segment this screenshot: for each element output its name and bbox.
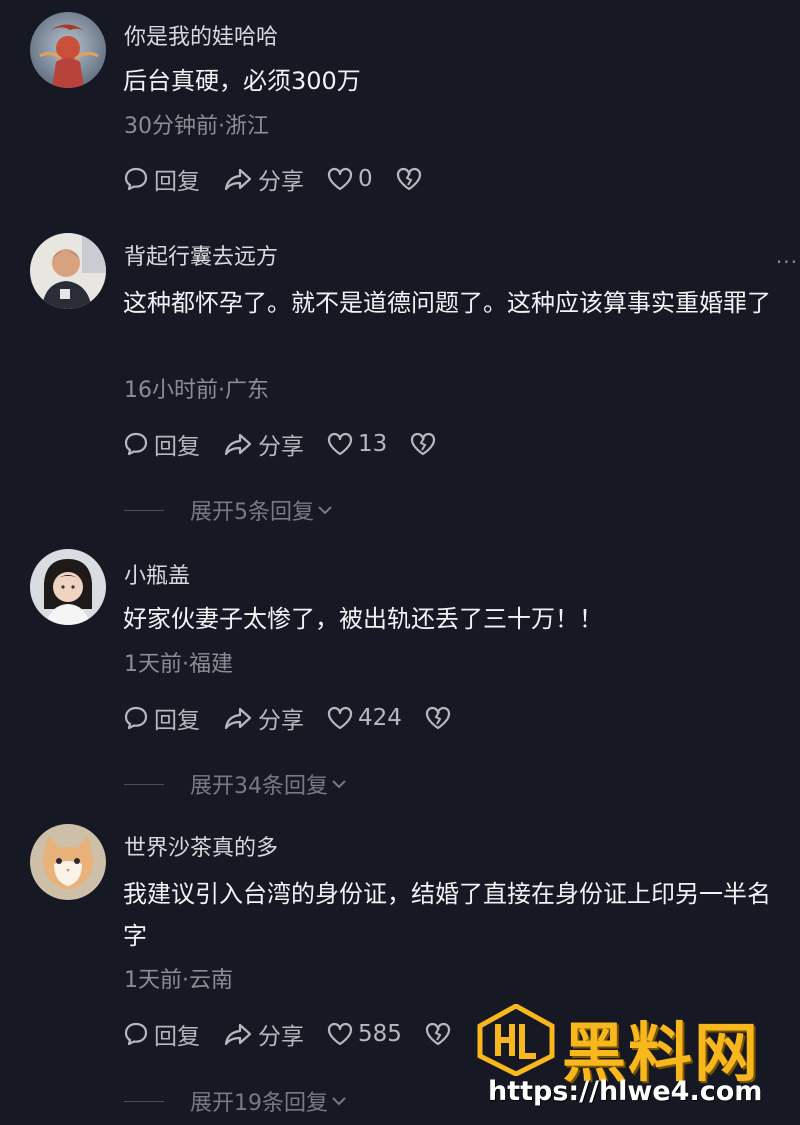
watermark: 黑料网 https://hlwe4.com	[470, 1000, 800, 1125]
heart-icon	[327, 1022, 353, 1046]
broken-heart-icon	[425, 706, 451, 730]
dislike-button[interactable]	[395, 165, 427, 193]
chevron-down-icon	[332, 780, 346, 789]
watermark-logo-icon	[477, 1004, 555, 1076]
comment-text: 我建议引入台湾的身份证，结婚了直接在身份证上印另一半名字	[123, 880, 771, 950]
share-label: 分享	[258, 434, 304, 460]
expand-replies-button[interactable]: 展开34条回复	[124, 768, 348, 800]
comment-text: 好家伙妻子太惨了，被出轨还丢了三十万！！	[123, 605, 603, 633]
heart-icon	[327, 432, 353, 456]
reply-label: 回复	[154, 708, 200, 734]
dislike-button[interactable]	[409, 430, 441, 458]
comment-time-location: 30分钟前·浙江	[124, 114, 269, 139]
like-count: 585	[358, 1021, 402, 1047]
avatar[interactable]	[30, 233, 106, 309]
comment-actions: 回复 分享 424	[122, 702, 478, 734]
reply-label: 回复	[154, 1024, 200, 1050]
broken-heart-icon	[425, 1022, 451, 1046]
share-button[interactable]: 分享	[222, 701, 304, 735]
comment-bubble-icon	[124, 432, 148, 456]
divider-line	[124, 783, 164, 785]
expand-replies-label: 展开34条回复	[190, 774, 328, 799]
comment-time-location: 1天前·云南	[124, 968, 233, 993]
comment-username[interactable]: 背起行囊去远方	[124, 239, 278, 271]
watermark-url: https://hlwe4.com	[488, 1076, 763, 1107]
avatar[interactable]	[30, 824, 106, 900]
heart-icon	[327, 167, 353, 191]
reply-label: 回复	[154, 434, 200, 460]
dislike-button[interactable]	[424, 704, 456, 732]
expand-replies-label: 展开19条回复	[190, 1091, 328, 1116]
comment-text: 这种都怀孕了。就不是道德问题了。这种应该算事实重婚罪了	[123, 289, 771, 317]
expand-replies-button[interactable]: 展开5条回复	[124, 494, 334, 526]
divider-line	[124, 509, 164, 511]
comment-username[interactable]: 你是我的娃哈哈	[124, 19, 278, 51]
share-button[interactable]: 分享	[222, 427, 304, 461]
comment-bubble-icon	[124, 1022, 148, 1046]
comment-username[interactable]: 小瓶盖	[124, 558, 190, 590]
heart-icon	[327, 706, 353, 730]
comment-time-location: 16小时前·广东	[124, 378, 269, 403]
more-options-button[interactable]: ···	[776, 250, 798, 274]
divider-line	[124, 1100, 164, 1102]
avatar[interactable]	[30, 549, 106, 625]
share-label: 分享	[258, 708, 304, 734]
comment-text: 后台真硬，必须300万	[123, 67, 361, 95]
reply-label: 回复	[154, 169, 200, 195]
comment-actions: 回复 分享 13	[122, 428, 463, 460]
comment-bubble-icon	[124, 167, 148, 191]
reply-button[interactable]: 回复	[122, 427, 200, 461]
like-count: 13	[358, 431, 388, 457]
comment-actions: 回复 分享 0	[122, 163, 449, 195]
share-arrow-icon	[224, 433, 252, 456]
chevron-down-icon	[332, 1097, 346, 1106]
like-button[interactable]: 13	[326, 430, 387, 458]
reply-button[interactable]: 回复	[122, 701, 200, 735]
comment-bubble-icon	[124, 706, 148, 730]
share-arrow-icon	[224, 168, 252, 191]
broken-heart-icon	[396, 167, 421, 191]
like-count: 424	[358, 705, 402, 731]
comment-actions: 回复 分享 585	[122, 1018, 478, 1050]
share-label: 分享	[258, 1024, 304, 1050]
share-button[interactable]: 分享	[222, 162, 304, 196]
comment-list-page: 你是我的娃哈哈 后台真硬，必须300万 30分钟前·浙江 回复 分享 0 ···	[0, 0, 800, 1125]
like-button[interactable]: 585	[326, 1020, 402, 1048]
reply-button[interactable]: 回复	[122, 1017, 200, 1051]
like-button[interactable]: 0	[326, 165, 373, 193]
expand-replies-label: 展开5条回复	[190, 500, 314, 525]
reply-button[interactable]: 回复	[122, 162, 200, 196]
comment-time-location: 1天前·福建	[124, 652, 233, 677]
chevron-down-icon	[318, 506, 332, 515]
share-label: 分享	[258, 169, 304, 195]
like-count: 0	[358, 166, 373, 192]
broken-heart-icon	[411, 432, 436, 456]
like-button[interactable]: 424	[326, 704, 402, 732]
share-arrow-icon	[224, 707, 252, 730]
share-arrow-icon	[224, 1023, 252, 1046]
share-button[interactable]: 分享	[222, 1017, 304, 1051]
expand-replies-button[interactable]: 展开19条回复	[124, 1085, 348, 1117]
comment-username[interactable]: 世界沙茶真的多	[124, 830, 278, 862]
avatar[interactable]	[30, 12, 106, 88]
dislike-button[interactable]	[424, 1020, 456, 1048]
